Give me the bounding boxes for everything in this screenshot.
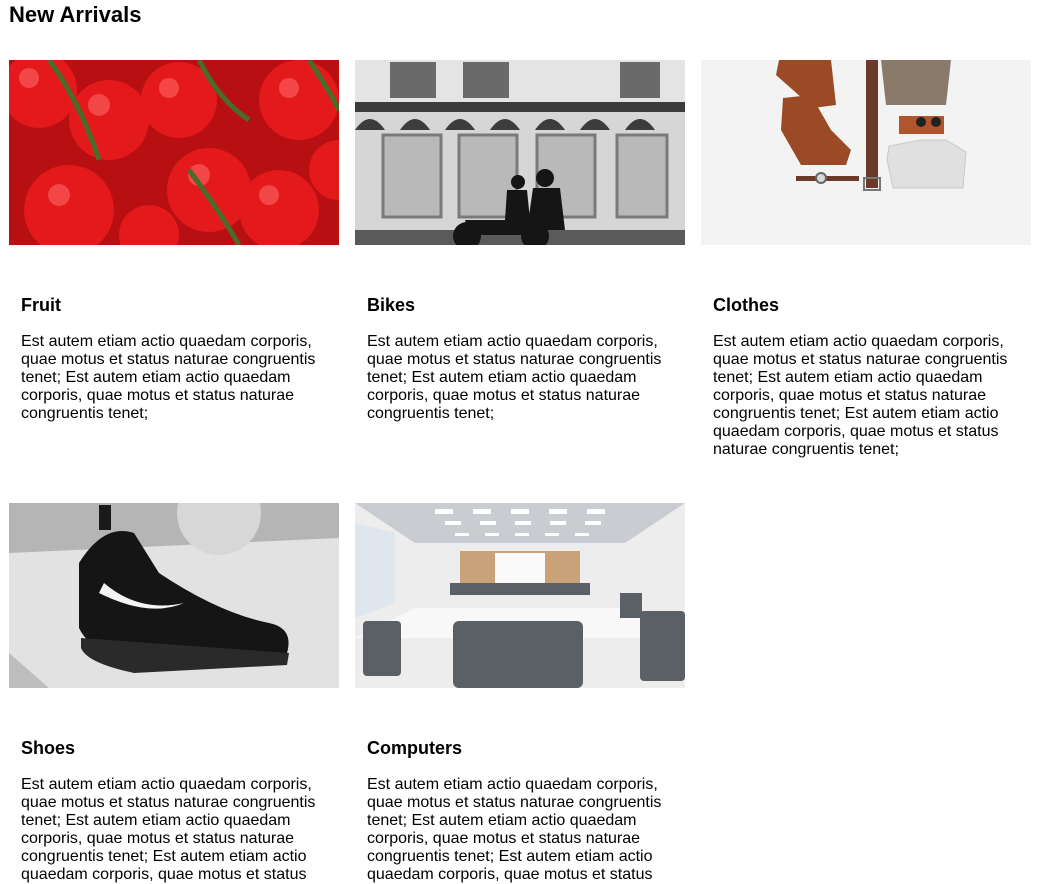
product-title: Clothes	[713, 295, 780, 315]
product-description: Est autem etiam actio quaedam corporis, …	[713, 333, 1008, 458]
clothing-flatlay-photo[interactable]	[701, 60, 1031, 245]
product-description: Est autem etiam actio quaedam corporis, …	[367, 776, 662, 883]
sneaker-photo[interactable]	[9, 503, 339, 688]
conference-room-photo[interactable]	[355, 503, 685, 688]
product-card-computers: Computers Est autem etiam actio quaedam …	[355, 503, 685, 884]
product-card-clothes: Clothes Est autem etiam actio quaedam co…	[701, 60, 1031, 503]
motorbike-street-photo[interactable]	[355, 60, 685, 245]
product-description: Est autem etiam actio quaedam corporis, …	[367, 333, 662, 422]
product-card-bikes: Bikes Est autem etiam actio quaedam corp…	[355, 60, 685, 503]
product-title: Computers	[367, 738, 463, 758]
product-title: Bikes	[367, 295, 416, 315]
product-title: Fruit	[21, 295, 61, 315]
product-description: Est autem etiam actio quaedam corporis, …	[21, 776, 316, 883]
page-title: New Arrivals	[9, 2, 142, 27]
product-grid: Fruit Est autem etiam actio quaedam corp…	[9, 60, 1032, 884]
product-title: Shoes	[21, 738, 76, 758]
product-card-fruit: Fruit Est autem etiam actio quaedam corp…	[9, 60, 339, 503]
product-description: Est autem etiam actio quaedam corporis, …	[21, 333, 316, 422]
product-card-shoes: Shoes Est autem etiam actio quaedam corp…	[9, 503, 339, 884]
tomatoes-photo[interactable]	[9, 60, 339, 245]
